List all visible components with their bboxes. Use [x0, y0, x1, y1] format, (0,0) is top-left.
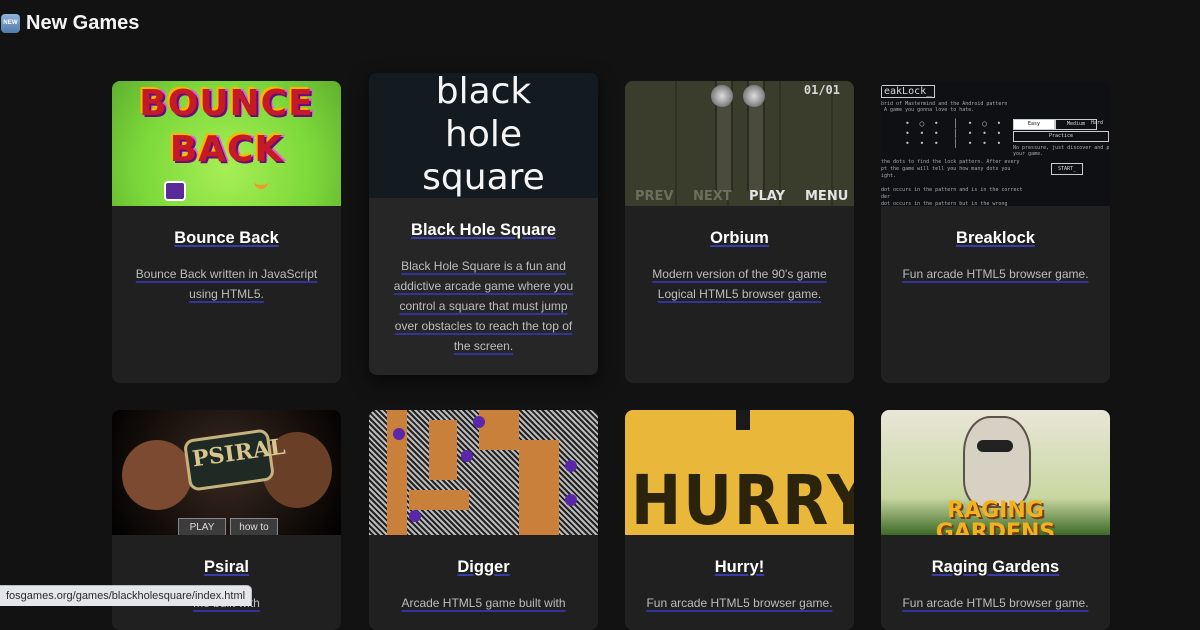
game-title[interactable]: Raging Gardens: [881, 558, 1110, 577]
game-card-raging-gardens[interactable]: RAGING GARDENS Raging Gardens Fun arcade …: [881, 410, 1110, 630]
banana-icon: [254, 177, 268, 189]
breaklock-rules: the dots to find the lock pattern. After…: [881, 159, 1023, 206]
game-thumbnail[interactable]: [369, 410, 598, 535]
gem-icon: [565, 494, 577, 506]
thumbnail-title-back: BACK: [169, 129, 284, 170]
breaklock-intro: brid of Mastermind and the Android patte…: [881, 101, 1008, 113]
gem-icon: [565, 460, 577, 472]
gem-icon: [473, 416, 485, 428]
thumbnail-word-3: square: [422, 157, 545, 198]
easy-option: Easy: [1013, 119, 1055, 130]
level-counter: 01/01: [803, 83, 840, 97]
game-description: Bounce Back written in JavaScript using …: [135, 267, 318, 301]
hard-option: Hard: [1091, 120, 1104, 126]
thumbnail-title-hurry: HURRY!: [631, 460, 854, 535]
game-thumbnail[interactable]: eakLock_ brid of Mastermind and the Andr…: [881, 81, 1110, 206]
new-badge-icon: NEW: [1, 13, 20, 33]
game-card-breaklock[interactable]: eakLock_ brid of Mastermind and the Andr…: [881, 81, 1110, 383]
game-description: Black Hole Square is a fun and addictive…: [393, 259, 574, 353]
hand-shape: [122, 440, 192, 510]
game-title[interactable]: Hurry!: [625, 558, 854, 577]
game-title[interactable]: Breaklock: [881, 229, 1110, 248]
game-thumbnail[interactable]: RAGING GARDENS: [881, 410, 1110, 535]
rabbit-icon: [963, 416, 1031, 508]
game-title[interactable]: Digger: [369, 558, 598, 577]
rabbit-mask: [977, 440, 1013, 452]
block-shape: [736, 410, 750, 430]
gem-icon: [409, 510, 421, 522]
thumbnail-word-2: hole: [445, 114, 522, 155]
gem-icon: [393, 428, 405, 440]
play-label: PLAY: [178, 518, 226, 535]
dirt-tile: [519, 440, 559, 535]
game-title[interactable]: Psiral: [112, 558, 341, 577]
link-status-bar: fosgames.org/games/blackholesquare/index…: [0, 585, 253, 606]
game-title[interactable]: Bounce Back: [112, 229, 341, 248]
game-card-bounce-back[interactable]: BOUNCE BACK Bounce Back Bounce Back writ…: [112, 81, 341, 383]
page-header: NEW New Games: [0, 10, 139, 36]
game-description: Fun arcade HTML5 browser game.: [902, 267, 1089, 281]
dirt-tile: [429, 420, 457, 480]
game-thumbnail[interactable]: PSIRAL PLAY how to: [112, 410, 341, 535]
prev-label: PREV: [635, 189, 674, 204]
game-thumbnail[interactable]: BOUNCE BACK: [112, 81, 341, 206]
game-description: Arcade HTML5 game built with: [401, 596, 566, 610]
game-description: Fun arcade HTML5 browser game.: [902, 596, 1089, 610]
thumbnail-title-raging-gardens: RAGING GARDENS: [935, 498, 1056, 536]
menu-label: MENU: [805, 189, 849, 204]
game-card-digger[interactable]: Digger Arcade HTML5 game built with: [369, 410, 598, 630]
orb-icon: [743, 85, 765, 107]
how-to-label: how to: [230, 518, 278, 535]
thumbnail-word-1: black: [435, 73, 532, 112]
orb-icon: [711, 85, 733, 107]
practice-option: Practice: [1013, 131, 1109, 142]
game-thumbnail[interactable]: black hole square: [369, 73, 598, 198]
game-description: Fun arcade HTML5 browser game.: [646, 596, 833, 610]
breaklock-info: No pressure, just discover and practyour…: [1013, 145, 1110, 157]
game-card-orbium[interactable]: 01/01 PREV NEXT PLAY MENU Orbium Modern …: [625, 81, 854, 383]
lock-grid: • ○ • │ • ○ • • • • │ • • • • • • │ • • •: [905, 119, 1002, 148]
next-label: NEXT: [693, 189, 732, 204]
start-option: START_: [1051, 163, 1083, 175]
game-description: Modern version of the 90's game Logical …: [652, 267, 827, 301]
game-thumbnail[interactable]: HURRY!: [625, 410, 854, 535]
game-card-black-hole-square[interactable]: black hole square Black Hole Square Blac…: [369, 73, 598, 375]
game-thumbnail[interactable]: 01/01 PREV NEXT PLAY MENU: [625, 81, 854, 206]
gem-icon: [461, 450, 473, 462]
play-label: PLAY: [749, 189, 786, 204]
breaklock-heading: eakLock_: [881, 85, 936, 98]
page-title: New Games: [26, 11, 140, 34]
thumbnail-title-bounce: BOUNCE: [139, 83, 314, 124]
dirt-tile: [409, 490, 469, 510]
game-card-hurry[interactable]: HURRY! Hurry! Fun arcade HTML5 browser g…: [625, 410, 854, 630]
ball-character-icon: [164, 181, 186, 201]
game-title[interactable]: Black Hole Square: [369, 221, 598, 240]
dirt-tile: [479, 410, 519, 450]
game-title[interactable]: Orbium: [625, 229, 854, 248]
